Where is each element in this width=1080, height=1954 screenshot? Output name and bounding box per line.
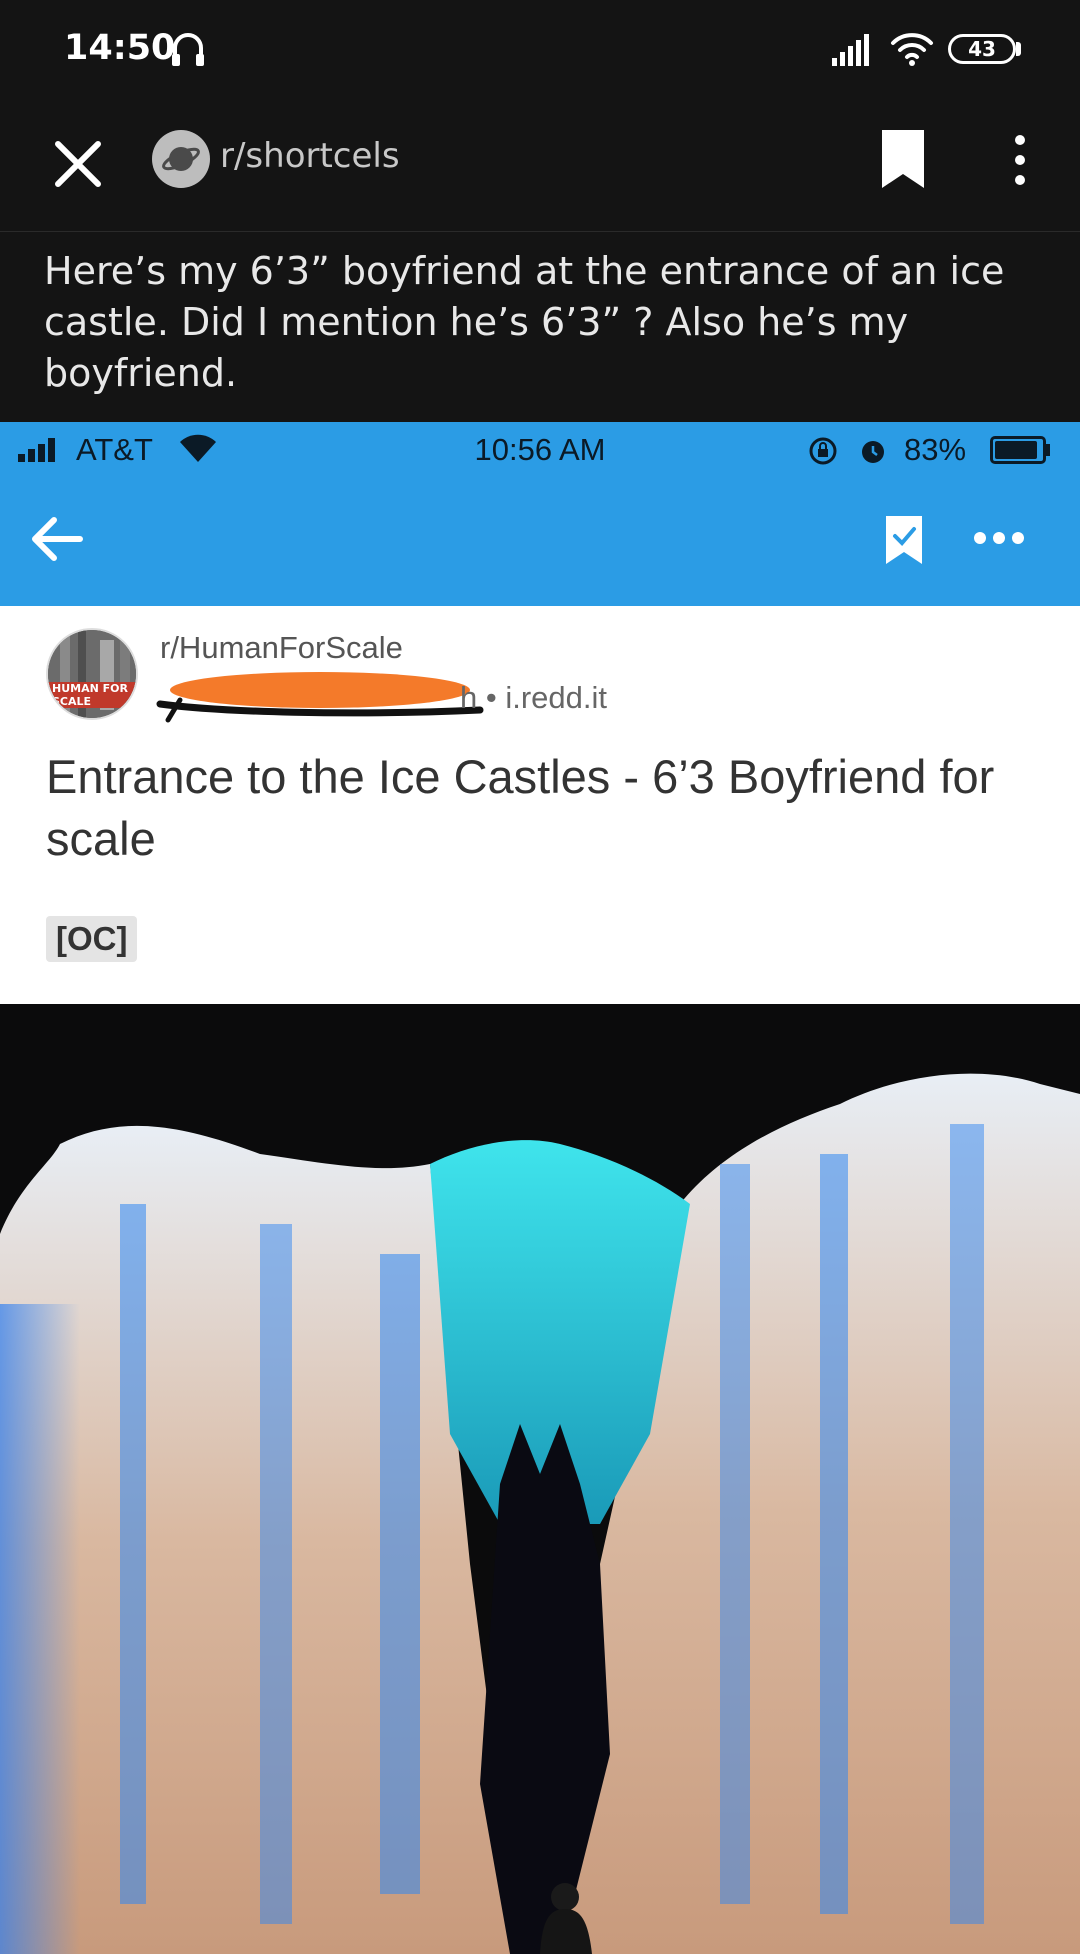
post-title: Here’s my 6’3” boyfriend at the entrance… [44,249,1005,395]
more-vertical-icon[interactable] [1000,130,1040,190]
ice-castle-photo [0,1004,1080,1954]
screenshot-post-header: HUMAN FOR SCALE r/HumanForScale h • i.re… [0,606,1080,1004]
signal-icon [832,34,869,66]
screenshot-battery-level: 83% [904,432,967,467]
status-time: 14:50 [64,28,176,68]
battery-fill [995,441,1037,459]
bookmark-icon[interactable] [880,128,926,190]
saved-bookmark-icon [886,516,922,564]
wifi-icon [891,33,933,66]
post-flair: [OC] [46,916,138,962]
alarm-icon [862,441,884,463]
screenshot-post-title: Entrance to the Ice Castles - 6’3 Boyfri… [46,750,995,865]
subreddit-avatar: HUMAN FOR SCALE [46,628,138,720]
battery-nub [1046,444,1050,456]
battery-nub [1016,42,1021,56]
screenshot-toolbar [0,478,1080,606]
post-image[interactable]: AT&T 10:56 AM 83% HUMAN FOR SCALE r/Huma… [0,422,1080,1954]
battery-level: 43 [968,37,996,61]
headset-icon [172,33,204,66]
avatar-label: HUMAN FOR SCALE [48,682,136,708]
rotation-lock-icon [809,437,837,465]
subreddit-icon[interactable] [152,130,210,188]
post-meta: h • i.redd.it [460,680,607,715]
app-toolbar: r/shortcels [0,100,1080,232]
more-horizontal-icon [974,532,1024,544]
battery-icon [990,436,1046,464]
redaction-scribble [156,672,484,723]
close-icon[interactable] [48,134,108,194]
subreddit-name[interactable]: r/shortcels [220,136,400,176]
screenshot-status-bar: AT&T 10:56 AM 83% [0,422,1080,478]
status-bar: 14:50 43 [0,0,1080,100]
screenshot-subreddit: r/HumanForScale [160,630,403,665]
battery-icon: 43 [948,34,1016,64]
back-arrow-icon [32,517,83,561]
